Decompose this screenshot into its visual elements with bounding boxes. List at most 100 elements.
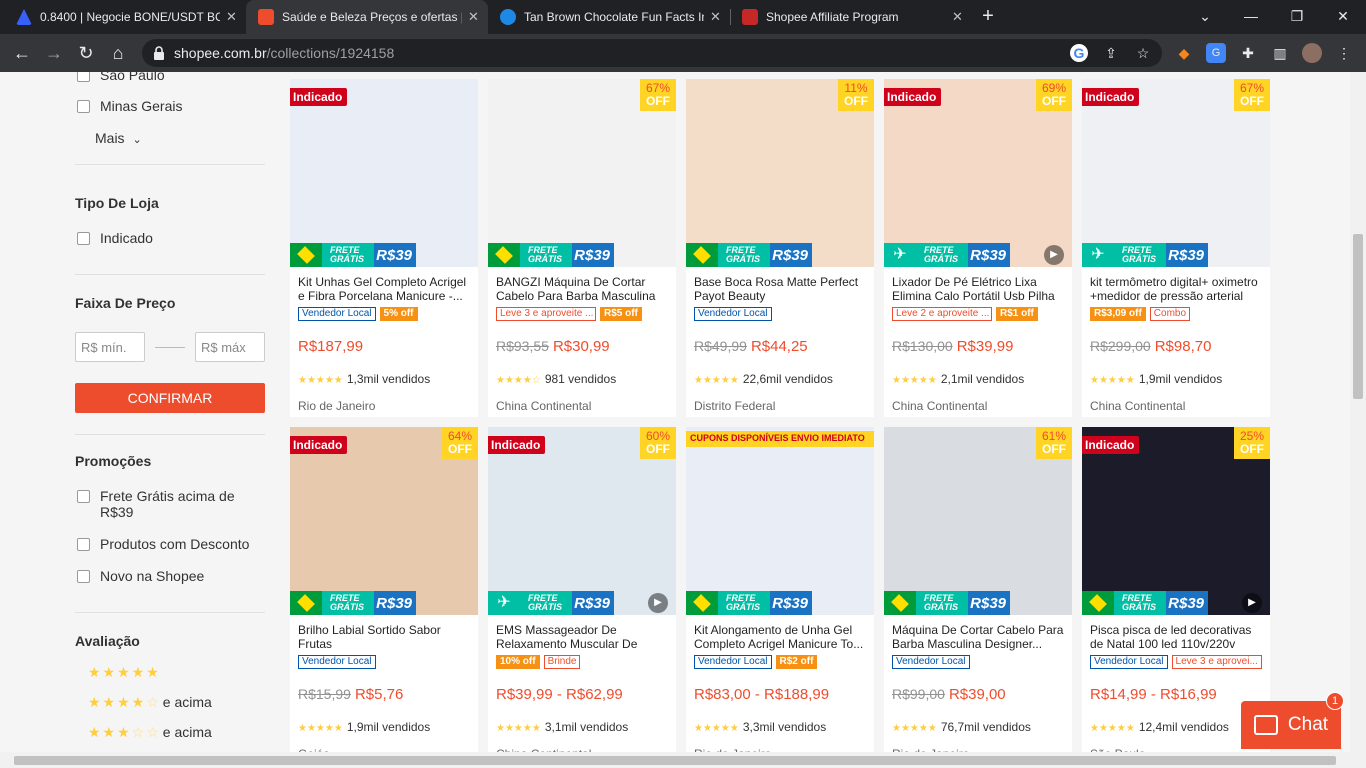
- product-image[interactable]: CUPONS DISPONÍVEIS ENVIO IMEDIATO FRETE GR…: [686, 427, 874, 615]
- close-window-icon[interactable]: ✕: [1320, 0, 1366, 34]
- minimize-icon[interactable]: —: [1228, 0, 1274, 34]
- product-card[interactable]: 11% OFF FRETE GRÁTIS R$39 Base Boca Rosa Matt…: [686, 79, 874, 417]
- product-card[interactable]: 67% OFF FRETE GRÁTIS R$39 BANGZI Máquina De C…: [488, 79, 676, 417]
- filter-frete-gratis[interactable]: Frete Grátis acima de R$39: [75, 488, 265, 520]
- product-card[interactable]: CUPONS DISPONÍVEIS ENVIO IMEDIATO FRETE GR…: [686, 427, 874, 752]
- product-image[interactable]: 67% OFF FRETE GRÁTIS R$39: [488, 79, 676, 267]
- video-play-icon[interactable]: ▶: [648, 593, 668, 613]
- vertical-scrollbar[interactable]: [1350, 72, 1366, 752]
- free-shipping-threshold: R$39: [770, 243, 812, 267]
- product-card[interactable]: Indicado 67% OFF ✈ FRETE GRÁTIS R$39 kit termôm…: [1082, 79, 1270, 417]
- checkbox[interactable]: [77, 490, 90, 503]
- product-name[interactable]: Máquina De Cortar Cabelo Para Barba Masc…: [892, 623, 1066, 651]
- price-min-input[interactable]: R$ mín.: [75, 332, 145, 362]
- brazil-flag-icon: [488, 243, 520, 267]
- side-panel-icon[interactable]: ▥: [1270, 43, 1290, 63]
- product-name[interactable]: EMS Massageador De Relaxamento Muscular …: [496, 623, 670, 651]
- product-name[interactable]: Base Boca Rosa Matte Perfect Payot Beaut…: [694, 275, 868, 303]
- filter-store-indicado[interactable]: Indicado: [75, 230, 153, 246]
- horizontal-scrollbar[interactable]: [0, 752, 1366, 768]
- rating-stars-icon: ★★★★★: [694, 723, 739, 734]
- more-locations-button[interactable]: Mais ⌄: [95, 130, 285, 146]
- product-name[interactable]: Kit Unhas Gel Completo Acrigel e Fibra P…: [298, 275, 472, 303]
- bookmark-star-icon[interactable]: ☆: [1134, 44, 1152, 62]
- tab-search-chevron-icon[interactable]: ⌄: [1182, 0, 1228, 34]
- filter-produtos-desconto[interactable]: Produtos com Desconto: [75, 536, 249, 552]
- restore-icon[interactable]: ❐: [1274, 0, 1320, 34]
- product-card[interactable]: Indicado FRETE GRÁTIS R$39 Kit Unhas Gel Com…: [290, 79, 478, 417]
- current-price: R$187,99: [298, 338, 364, 355]
- product-image[interactable]: 61% OFF FRETE GRÁTIS R$39: [884, 427, 1072, 615]
- checkbox[interactable]: [77, 570, 90, 583]
- tab-tan-brown[interactable]: Tan Brown Chocolate Fun Facts In ✕: [488, 0, 730, 34]
- tab-saude-beleza[interactable]: Saúde e Beleza Preços e ofertas | ✕: [246, 0, 488, 34]
- product-image[interactable]: Indicado 67% OFF ✈ FRETE GRÁTIS R$39: [1082, 79, 1270, 267]
- promotions-title: Promoções: [75, 453, 152, 469]
- product-image[interactable]: Indicado 64% OFF FRETE GRÁTIS R$39: [290, 427, 478, 615]
- rating-filter-5[interactable]: ★★★★★: [88, 664, 161, 681]
- rating-filter-3[interactable]: ★★★☆☆ e acima: [88, 724, 212, 741]
- translate-icon[interactable]: G: [1206, 43, 1226, 63]
- close-tab-icon[interactable]: ✕: [710, 9, 721, 25]
- product-tag: Combo: [1149, 307, 1191, 321]
- chat-button[interactable]: Chat: [1241, 701, 1341, 749]
- checkbox[interactable]: [77, 232, 90, 245]
- checkbox[interactable]: [77, 538, 90, 551]
- product-tag: Leve 3 e aproveite ...: [496, 307, 596, 321]
- product-tag: 5% off: [379, 307, 418, 321]
- discount-off-label: OFF: [646, 94, 670, 108]
- share-icon[interactable]: ⇪: [1102, 44, 1120, 62]
- close-tab-icon[interactable]: ✕: [952, 9, 963, 25]
- product-card[interactable]: Indicado 60% OFF ✈ FRETE GRÁTIS R$39 ▶ EMS Massa…: [488, 427, 676, 752]
- filter-location-sao-paulo[interactable]: São Paulo: [75, 72, 165, 83]
- rating-filter-4[interactable]: ★★★★☆ e acima: [88, 694, 212, 711]
- product-image[interactable]: Indicado 25% OFF FRETE GRÁTIS R$39 ▶: [1082, 427, 1270, 615]
- product-card[interactable]: Indicado 69% OFF ✈ FRETE GRÁTIS R$39 ▶ Lixador D…: [884, 79, 1072, 417]
- product-image[interactable]: Indicado 69% OFF ✈ FRETE GRÁTIS R$39 ▶: [884, 79, 1072, 267]
- product-rating: ★★★★★ 12,4mil vendidos: [1090, 720, 1229, 734]
- tab-shopee-affiliate[interactable]: Shopee Affiliate Program ✕: [730, 0, 972, 34]
- profile-avatar[interactable]: [1302, 43, 1322, 63]
- checkbox[interactable]: [77, 100, 90, 113]
- product-name[interactable]: kit termômetro digital+ oximetro +medido…: [1090, 275, 1264, 303]
- product-name[interactable]: Pisca pisca de led decorativas de Natal …: [1090, 623, 1264, 651]
- product-name[interactable]: Brilho Labial Sortido Sabor Frutas: [298, 623, 472, 651]
- address-bar[interactable]: shopee.com.br/collections/1924158 G ⇪ ☆: [142, 39, 1162, 67]
- rating-stars-icon: ★★★★★: [694, 375, 739, 386]
- confirm-price-button[interactable]: CONFIRMAR: [75, 383, 265, 413]
- tab-bone-usdt[interactable]: 0.8400 | Negocie BONE/USDT BC ✕: [4, 0, 246, 34]
- filter-location-minas-gerais[interactable]: Minas Gerais: [75, 98, 182, 114]
- back-arrow-icon[interactable]: ←: [10, 41, 34, 65]
- product-name[interactable]: Lixador De Pé Elétrico Lixa Elimina Calo…: [892, 275, 1066, 303]
- video-play-icon[interactable]: ▶: [1242, 593, 1262, 613]
- product-tag: Vendedor Local: [1090, 655, 1168, 669]
- filter-novo-shopee[interactable]: Novo na Shopee: [75, 568, 204, 584]
- product-card[interactable]: 61% OFF FRETE GRÁTIS R$39 Máquina De Cortar C…: [884, 427, 1072, 752]
- close-tab-icon[interactable]: ✕: [226, 9, 237, 25]
- extensions-puzzle-icon[interactable]: ✚: [1238, 43, 1258, 63]
- reload-icon[interactable]: ↻: [74, 41, 98, 65]
- sold-count: 22,6mil vendidos: [742, 372, 833, 386]
- chrome-menu-icon[interactable]: ⋮: [1334, 43, 1354, 63]
- close-tab-icon[interactable]: ✕: [468, 9, 479, 25]
- product-name[interactable]: BANGZI Máquina De Cortar Cabelo Para Bar…: [496, 275, 670, 303]
- scrollbar-thumb[interactable]: [14, 756, 1336, 765]
- home-icon[interactable]: ⌂: [106, 41, 130, 65]
- divider: [75, 274, 265, 275]
- scrollbar-thumb[interactable]: [1353, 234, 1363, 399]
- google-lens-icon[interactable]: G: [1070, 44, 1088, 62]
- product-image[interactable]: Indicado 60% OFF ✈ FRETE GRÁTIS R$39 ▶: [488, 427, 676, 615]
- free-shipping-banner: FRETE GRÁTIS R$39: [290, 591, 416, 615]
- checkbox[interactable]: [77, 72, 90, 82]
- price-max-input[interactable]: R$ máx: [195, 332, 265, 362]
- indicado-badge: Indicado: [884, 88, 942, 106]
- metamask-icon[interactable]: ◆: [1174, 43, 1194, 63]
- video-play-icon[interactable]: ▶: [1044, 245, 1064, 265]
- forward-arrow-icon[interactable]: →: [42, 41, 66, 65]
- product-image[interactable]: Indicado FRETE GRÁTIS R$39: [290, 79, 478, 267]
- current-price: R$14,99 - R$16,99: [1090, 686, 1217, 703]
- product-card[interactable]: Indicado 64% OFF FRETE GRÁTIS R$39 Brilho Labi…: [290, 427, 478, 752]
- new-tab-button[interactable]: +: [976, 4, 1000, 28]
- product-image[interactable]: 11% OFF FRETE GRÁTIS R$39: [686, 79, 874, 267]
- product-name[interactable]: Kit Alongamento de Unha Gel Completo Acr…: [694, 623, 868, 651]
